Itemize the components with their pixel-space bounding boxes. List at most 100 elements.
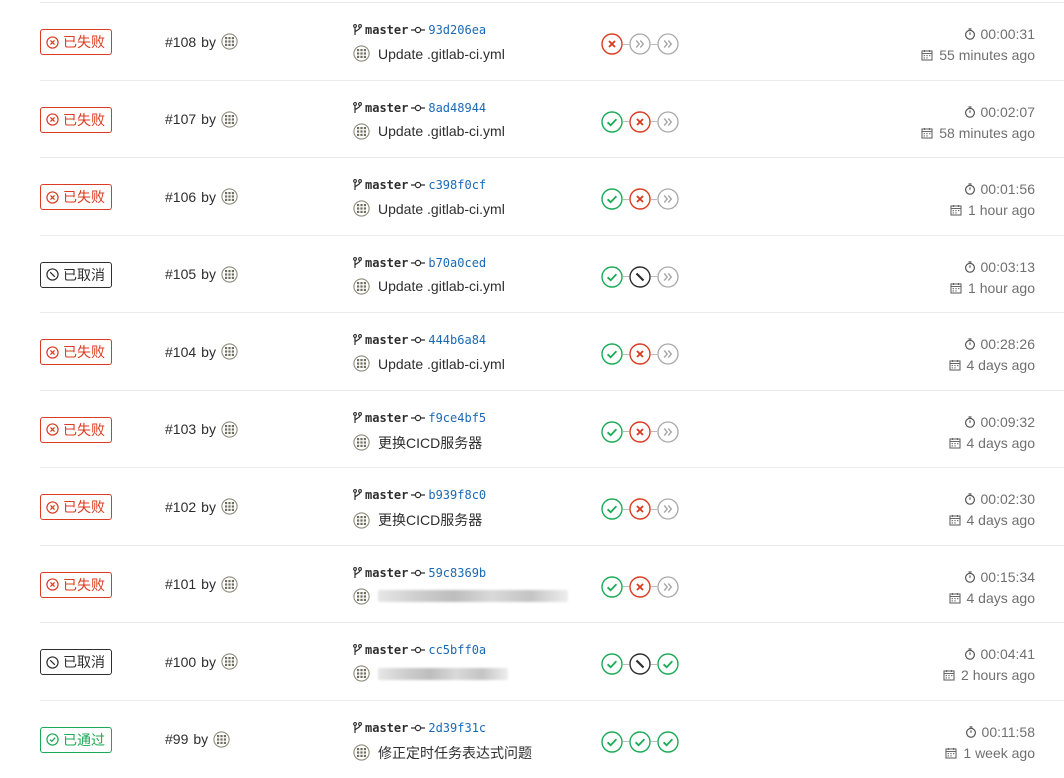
stage-failed-icon[interactable] — [629, 498, 651, 520]
user-avatar[interactable] — [221, 265, 238, 283]
author-avatar[interactable] — [353, 434, 370, 451]
commit-sha-link[interactable]: 444b6a84 — [428, 333, 486, 347]
stage-canceled-icon[interactable] — [629, 653, 651, 675]
commit-sha-link[interactable]: 8ad48944 — [428, 101, 486, 115]
user-avatar[interactable] — [221, 110, 238, 128]
stage-success-icon[interactable] — [629, 730, 651, 753]
commit-sha-link[interactable]: c398f0cf — [428, 178, 486, 192]
commit-sha-link[interactable]: b70a0ced — [428, 256, 486, 270]
stage-failed-icon[interactable] — [629, 575, 651, 598]
author-avatar[interactable] — [353, 122, 370, 140]
pipeline-status-badge[interactable]: 已失败 — [40, 106, 112, 133]
branch-name-link[interactable]: master — [365, 178, 408, 192]
commit-message-link[interactable]: Update .gitlab-ci.yml — [378, 278, 505, 294]
user-avatar[interactable] — [221, 343, 238, 360]
pipeline-status-badge[interactable]: 已失败 — [40, 29, 112, 55]
stage-success-icon[interactable] — [657, 730, 679, 753]
stage-failed-icon[interactable] — [629, 343, 651, 365]
pipeline-status-badge[interactable]: 已失败 — [40, 184, 112, 210]
commit-message-link[interactable]: Update .gitlab-ci.yml — [378, 201, 505, 217]
commit-sha-link[interactable]: 93d206ea — [428, 23, 486, 37]
branch-name-link[interactable]: master — [365, 566, 408, 580]
user-avatar[interactable] — [221, 33, 238, 50]
stage-success-icon[interactable] — [601, 265, 623, 288]
author-avatar[interactable] — [353, 587, 370, 605]
stage-success-icon[interactable] — [601, 498, 623, 520]
branch-name-link[interactable]: master — [365, 23, 408, 37]
commit-message-link[interactable]: 更换CICD服务器 — [378, 510, 482, 530]
commit-message-link[interactable]: Update .gitlab-ci.yml — [378, 46, 505, 62]
commit-sha-link[interactable]: cc5bff0a — [428, 643, 486, 657]
pipeline-status-badge[interactable]: 已失败 — [40, 494, 112, 520]
stage-skipped-icon[interactable] — [657, 575, 679, 598]
branch-name-link[interactable]: master — [365, 643, 408, 657]
stage-skipped-icon[interactable] — [657, 110, 679, 133]
commit-sha-link[interactable]: 2d39f31c — [428, 721, 486, 735]
pipeline-status-badge[interactable]: 已失败 — [40, 339, 112, 365]
author-avatar[interactable] — [353, 511, 370, 529]
branch-name-link[interactable]: master — [365, 721, 408, 735]
stage-success-icon[interactable] — [601, 343, 623, 365]
user-avatar[interactable] — [221, 575, 238, 593]
author-avatar[interactable] — [353, 45, 370, 62]
commit-message-link[interactable]: 更换CICD服务器 — [378, 433, 482, 453]
pipeline-id-link[interactable]: #106 — [165, 189, 196, 205]
user-avatar[interactable] — [213, 730, 230, 748]
pipeline-id-link[interactable]: #101 — [165, 576, 196, 592]
pipeline-id-link[interactable]: #99 — [165, 731, 188, 747]
pipeline-id-link[interactable]: #107 — [165, 111, 196, 127]
author-avatar[interactable] — [353, 355, 370, 372]
branch-name-link[interactable]: master — [365, 333, 408, 347]
commit-sha-link[interactable]: b939f8c0 — [428, 488, 486, 502]
stage-failed-icon[interactable] — [629, 188, 651, 210]
author-avatar[interactable] — [353, 744, 370, 761]
stage-skipped-icon[interactable] — [629, 33, 651, 55]
pipeline-status-badge[interactable]: 已失败 — [40, 416, 112, 443]
commit-sha-link[interactable]: f9ce4bf5 — [428, 411, 486, 425]
pipeline-status-badge[interactable]: 已通过 — [40, 726, 112, 753]
commit-icon — [411, 259, 426, 267]
stage-success-icon[interactable] — [601, 730, 623, 753]
pipeline-status-badge[interactable]: 已取消 — [40, 261, 112, 288]
commit-sha-link[interactable]: 59c8369b — [428, 566, 486, 580]
pipeline-status-badge[interactable]: 已取消 — [40, 649, 112, 675]
pipeline-id-link[interactable]: #105 — [165, 266, 196, 282]
stage-failed-icon[interactable] — [629, 110, 651, 133]
stage-skipped-icon[interactable] — [657, 188, 679, 210]
stage-failed-icon[interactable] — [629, 420, 651, 443]
stage-skipped-icon[interactable] — [657, 420, 679, 443]
pipeline-id-link[interactable]: #100 — [165, 654, 196, 670]
stage-success-icon[interactable] — [601, 110, 623, 133]
pipeline-id-link[interactable]: #104 — [165, 344, 196, 360]
pipeline-status-badge[interactable]: 已失败 — [40, 571, 112, 598]
stage-skipped-icon[interactable] — [657, 343, 679, 365]
author-avatar[interactable] — [353, 200, 370, 217]
user-avatar[interactable] — [221, 188, 238, 205]
stage-success-icon[interactable] — [601, 653, 623, 675]
user-avatar[interactable] — [221, 498, 238, 515]
stage-success-icon[interactable] — [601, 575, 623, 598]
stage-canceled-icon[interactable] — [629, 265, 651, 288]
author-avatar[interactable] — [353, 277, 370, 295]
branch-name-link[interactable]: master — [365, 101, 408, 115]
pipeline-id-link[interactable]: #102 — [165, 499, 196, 515]
branch-icon — [353, 644, 362, 656]
stage-failed-icon[interactable] — [601, 33, 623, 55]
stage-success-icon[interactable] — [601, 420, 623, 443]
commit-message-link[interactable]: Update .gitlab-ci.yml — [378, 356, 505, 372]
commit-icon — [411, 336, 426, 344]
user-avatar[interactable] — [221, 653, 238, 670]
pipeline-id-link[interactable]: #103 — [165, 421, 196, 437]
branch-name-link[interactable]: master — [365, 488, 408, 502]
user-avatar[interactable] — [221, 420, 238, 438]
pipeline-id-link[interactable]: #108 — [165, 34, 196, 50]
author-avatar[interactable] — [353, 665, 370, 682]
stage-skipped-icon[interactable] — [657, 498, 679, 520]
commit-message-link[interactable]: Update .gitlab-ci.yml — [378, 123, 505, 139]
stage-skipped-icon[interactable] — [657, 265, 679, 288]
stage-skipped-icon[interactable] — [657, 33, 679, 55]
stage-success-icon[interactable] — [601, 188, 623, 210]
branch-name-link[interactable]: master — [365, 256, 408, 270]
branch-name-link[interactable]: master — [365, 411, 408, 425]
stage-success-icon[interactable] — [657, 653, 679, 675]
